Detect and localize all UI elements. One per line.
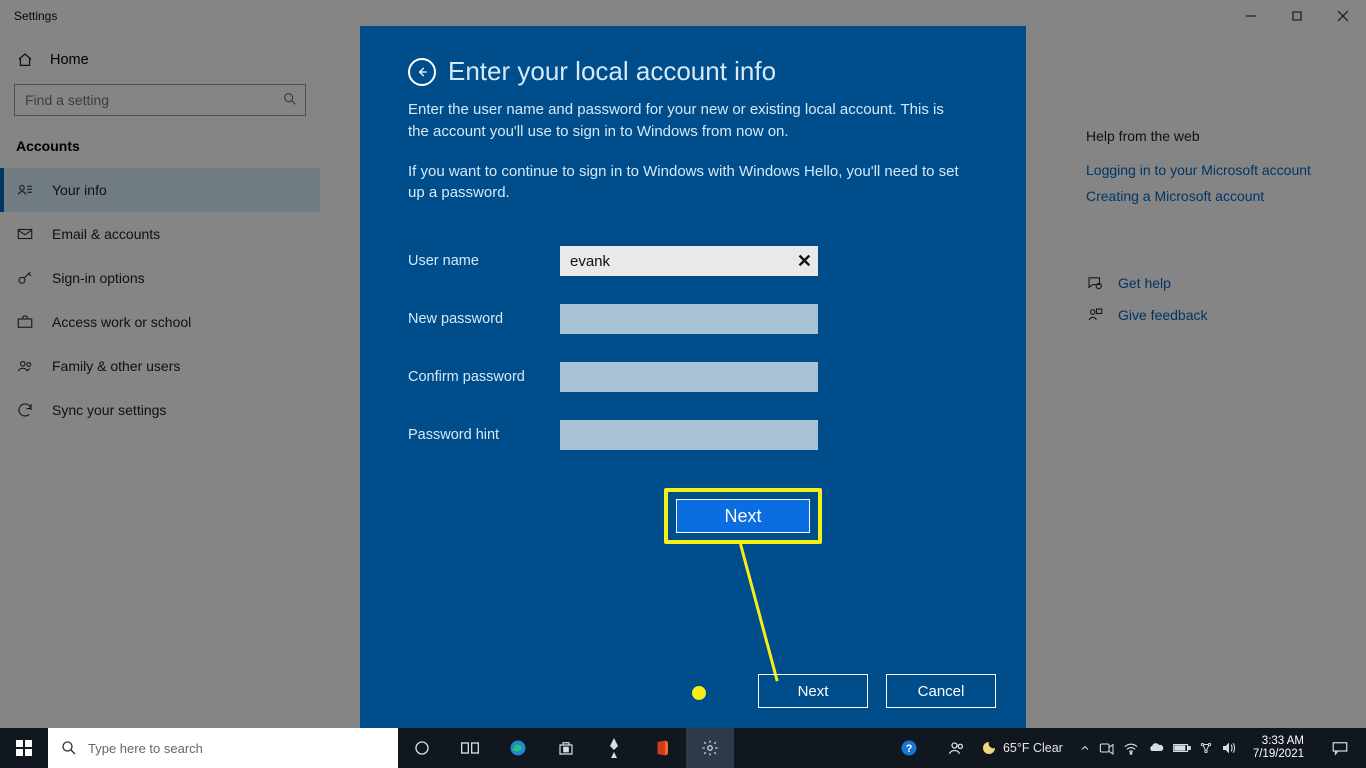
username-input[interactable]: [560, 246, 818, 276]
taskbar-search[interactable]: Type here to search: [48, 728, 398, 768]
clock-time: 3:33 AM: [1262, 735, 1304, 748]
taskbar-search-placeholder: Type here to search: [88, 741, 203, 756]
back-button[interactable]: [408, 58, 436, 86]
confirm-password-input[interactable]: [560, 362, 818, 392]
meet-now-icon[interactable]: [1099, 741, 1115, 755]
next-button-highlight: Next: [664, 488, 822, 544]
next-button[interactable]: Next: [758, 674, 868, 708]
dialog-paragraph-1: Enter the user name and password for you…: [408, 99, 968, 143]
onedrive-icon[interactable]: [1147, 742, 1165, 754]
next-button-highlight-inner[interactable]: Next: [676, 499, 810, 533]
svg-text:?: ?: [906, 743, 913, 755]
taskbar-clock[interactable]: 3:33 AM 7/19/2021: [1247, 735, 1310, 761]
battery-icon[interactable]: [1173, 742, 1191, 754]
username-label: User name: [408, 253, 560, 269]
action-center-button[interactable]: [1320, 728, 1360, 768]
settings-taskbar-icon[interactable]: [686, 728, 734, 768]
new-password-label: New password: [408, 311, 560, 327]
confirm-password-label: Confirm password: [408, 369, 560, 385]
edge-icon[interactable]: [494, 728, 542, 768]
local-account-dialog: Enter your local account info Enter the …: [360, 26, 1026, 728]
start-button[interactable]: [0, 728, 48, 768]
clock-date: 7/19/2021: [1253, 748, 1304, 761]
app-icon[interactable]: [590, 728, 638, 768]
weather-widget[interactable]: 65°F Clear: [981, 740, 1063, 756]
store-icon[interactable]: [542, 728, 590, 768]
dialog-title: Enter your local account info: [448, 56, 776, 87]
password-hint-label: Password hint: [408, 427, 560, 443]
search-icon: [60, 739, 78, 757]
wifi-icon[interactable]: [1123, 741, 1139, 755]
taskbar: Type here to search ? 65°F Clear 3:33 AM…: [0, 728, 1366, 768]
weather-text: 65°F Clear: [1003, 741, 1063, 755]
dialog-paragraph-2: If you want to continue to sign in to Wi…: [408, 161, 968, 205]
system-tray[interactable]: [1079, 741, 1237, 755]
cortana-button[interactable]: [398, 728, 446, 768]
get-help-taskbar-icon[interactable]: ?: [885, 728, 933, 768]
people-taskbar-icon[interactable]: [933, 728, 981, 768]
cancel-button[interactable]: Cancel: [886, 674, 996, 708]
password-hint-input[interactable]: [560, 420, 818, 450]
clear-username-button[interactable]: ✕: [797, 251, 812, 272]
network-share-icon[interactable]: [1199, 741, 1213, 755]
dialog-form: User name ✕ New password Confirm passwor…: [408, 246, 994, 450]
chevron-up-icon[interactable]: [1079, 742, 1091, 754]
volume-icon[interactable]: [1221, 741, 1237, 755]
office-icon[interactable]: [638, 728, 686, 768]
task-view-button[interactable]: [446, 728, 494, 768]
callout-dot: [692, 686, 706, 700]
callout-line: [739, 544, 779, 682]
new-password-input[interactable]: [560, 304, 818, 334]
